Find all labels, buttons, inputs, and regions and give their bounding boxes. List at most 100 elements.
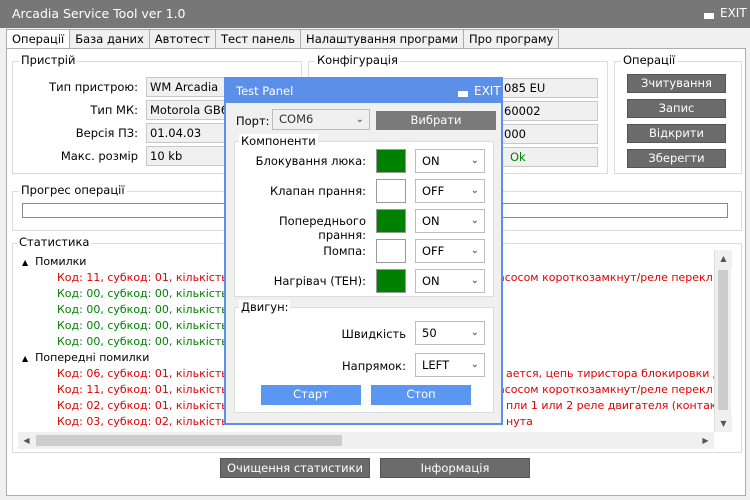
prewash-select[interactable]: ON ⌄	[415, 209, 485, 233]
previous-error-row-tail: асосом короткозамкнут/реле перекл	[498, 382, 713, 398]
device-type-label: Тип пристрою:	[49, 80, 138, 94]
device-type-field: WM Arcadia	[146, 77, 226, 97]
statistics-horizontal-scrollbar[interactable]: ◀ ▶	[18, 432, 714, 449]
port-label: Порт:	[236, 114, 270, 128]
tab-bar: Операції База даних Автотест Тест панель…	[6, 29, 560, 50]
previous-error-row-tail: пли 1 или 2 реле двигателя (контакты	[506, 398, 714, 414]
statistics-vertical-scrollbar[interactable]: ▲ ▼	[714, 250, 732, 432]
tab-test-panel[interactable]: Тест панель	[214, 29, 302, 49]
max-size-field: 10 kb	[146, 146, 226, 166]
scroll-left-icon[interactable]: ◀	[18, 432, 35, 449]
speed-value: 50	[422, 326, 437, 340]
error-text: Код: 11, субкод: 01, кількість: 0	[57, 271, 242, 284]
error-row[interactable]: Код: 00, субкод: 00, кількість: 0	[57, 302, 242, 318]
statistics-group-title: Статистика	[17, 235, 92, 249]
errors-node[interactable]: ▲ Помилки	[22, 254, 86, 270]
error-text: Код: 00, субкод: 00, кількість: 0	[57, 287, 242, 300]
chevron-down-icon: ⌄	[470, 185, 479, 196]
minimize-icon[interactable]	[458, 91, 468, 97]
tab-about[interactable]: Про програму	[463, 29, 560, 49]
config-field-1: 085 EU	[500, 78, 598, 98]
previous-error-row[interactable]: Код: 11, субкод: 01, кількість: 0	[57, 382, 242, 398]
wash-valve-state: OFF	[422, 184, 445, 198]
info-button[interactable]: Інформація	[380, 458, 530, 478]
port-select-value: COM6	[279, 112, 314, 126]
pump-state: OFF	[422, 244, 445, 258]
window-title: Arcadia Service Tool ver 1.0	[12, 6, 186, 21]
direction-select[interactable]: LEFT ⌄	[415, 353, 485, 377]
speed-select[interactable]: 50 ⌄	[415, 321, 485, 345]
direction-value: LEFT	[422, 358, 450, 372]
previous-errors-node-label: Попередні помилки	[35, 351, 150, 364]
minimize-icon[interactable]	[704, 13, 714, 19]
pump-select[interactable]: OFF ⌄	[415, 239, 485, 263]
errors-node-label: Помилки	[35, 255, 87, 268]
tab-autotest[interactable]: Автотест	[148, 29, 216, 49]
tab-database[interactable]: База даних	[69, 29, 150, 49]
config-field-3: 000	[500, 124, 598, 144]
progress-group-title: Прогрес операції	[19, 183, 127, 197]
previous-error-row-tail: нута	[506, 414, 533, 430]
heater-select[interactable]: ON ⌄	[415, 269, 485, 293]
config-group-title: Конфігурація	[315, 53, 400, 67]
write-button[interactable]: Запис	[627, 99, 726, 118]
vertical-scroll-thumb[interactable]	[718, 270, 728, 410]
horizontal-scroll-thumb[interactable]	[36, 435, 342, 446]
error-row[interactable]: Код: 00, субкод: 00, кількість: 0	[57, 286, 242, 302]
door-lock-state: ON	[422, 154, 440, 168]
scroll-right-icon[interactable]: ▶	[697, 432, 714, 449]
previous-error-tail-text: пли 1 или 2 реле двигателя (контакты	[506, 399, 714, 412]
previous-error-row[interactable]: Код: 03, субкод: 02, кількість: 0	[57, 414, 242, 430]
stop-button[interactable]: Стоп	[371, 385, 471, 405]
error-row[interactable]: Код: 11, субкод: 01, кількість: 0	[57, 270, 242, 286]
test-panel-title-bar[interactable]: Test Panel EXIT	[226, 79, 501, 103]
select-port-button[interactable]: Вибрати	[376, 111, 496, 130]
chevron-down-icon: ⌄	[470, 327, 479, 338]
previous-errors-node[interactable]: ▲ Попередні помилки	[22, 350, 149, 366]
prewash-state: ON	[422, 214, 440, 228]
heater-indicator	[376, 269, 406, 293]
start-button[interactable]: Старт	[261, 385, 361, 405]
error-row[interactable]: Код: 00, субкод: 00, кількість: 0	[57, 318, 242, 334]
chevron-down-icon: ⌄	[470, 245, 479, 256]
wash-valve-select[interactable]: OFF ⌄	[415, 179, 485, 203]
exit-label: EXIT	[720, 6, 747, 20]
pump-indicator	[376, 239, 406, 263]
read-button[interactable]: Зчитування	[627, 74, 726, 93]
max-size-label: Макс. розмір	[60, 149, 138, 163]
error-row[interactable]: Код: 00, субкод: 00, кількість: 0	[57, 334, 242, 350]
test-panel-exit-button[interactable]: EXIT	[458, 84, 501, 98]
test-panel-exit-label: EXIT	[474, 84, 501, 98]
chevron-down-icon: ⌄	[470, 359, 479, 370]
speed-label: Швидкість	[341, 327, 406, 341]
device-group-title: Пристрій	[19, 53, 78, 67]
direction-label: Напрямок:	[342, 359, 406, 373]
save-button[interactable]: Зберегти	[627, 149, 726, 168]
previous-error-text: Код: 06, субкод: 01, кількість: 0	[57, 367, 242, 380]
previous-error-row[interactable]: Код: 02, субкод: 01, кількість: 0	[57, 398, 242, 414]
previous-error-text: Код: 02, субкод: 01, кількість: 0	[57, 399, 242, 412]
firmware-version-label: Версія ПЗ:	[75, 126, 138, 140]
tab-settings[interactable]: Налаштування програми	[300, 29, 464, 49]
tab-operations[interactable]: Операції	[6, 29, 71, 50]
motor-group-title: Двигун:	[239, 300, 291, 314]
scroll-down-icon[interactable]: ▼	[715, 415, 732, 432]
previous-error-row[interactable]: Код: 06, субкод: 01, кількість: 0	[57, 366, 242, 382]
door-lock-select[interactable]: ON ⌄	[415, 149, 485, 173]
previous-error-text: Код: 11, субкод: 01, кількість: 0	[57, 383, 242, 396]
collapse-icon[interactable]: ▲	[22, 258, 28, 267]
previous-error-text: Код: 03, субкод: 02, кількість: 0	[57, 415, 242, 428]
scroll-up-icon[interactable]: ▲	[715, 250, 732, 267]
exit-button[interactable]: EXIT	[704, 6, 747, 20]
open-button[interactable]: Відкрити	[627, 124, 726, 143]
port-select[interactable]: COM6 ⌄	[272, 109, 370, 130]
firmware-version-field: 01.04.03	[146, 123, 226, 143]
collapse-icon[interactable]: ▲	[22, 354, 28, 363]
error-text: Код: 00, субкод: 00, кількість: 0	[57, 303, 242, 316]
chevron-down-icon: ⌄	[470, 215, 479, 226]
pump-label: Помпа:	[323, 244, 366, 258]
clear-statistics-button[interactable]: Очищення статистики	[220, 458, 370, 478]
chevron-down-icon: ⌄	[470, 155, 479, 166]
wash-valve-indicator	[376, 179, 406, 203]
chevron-down-icon: ⌄	[355, 114, 364, 125]
